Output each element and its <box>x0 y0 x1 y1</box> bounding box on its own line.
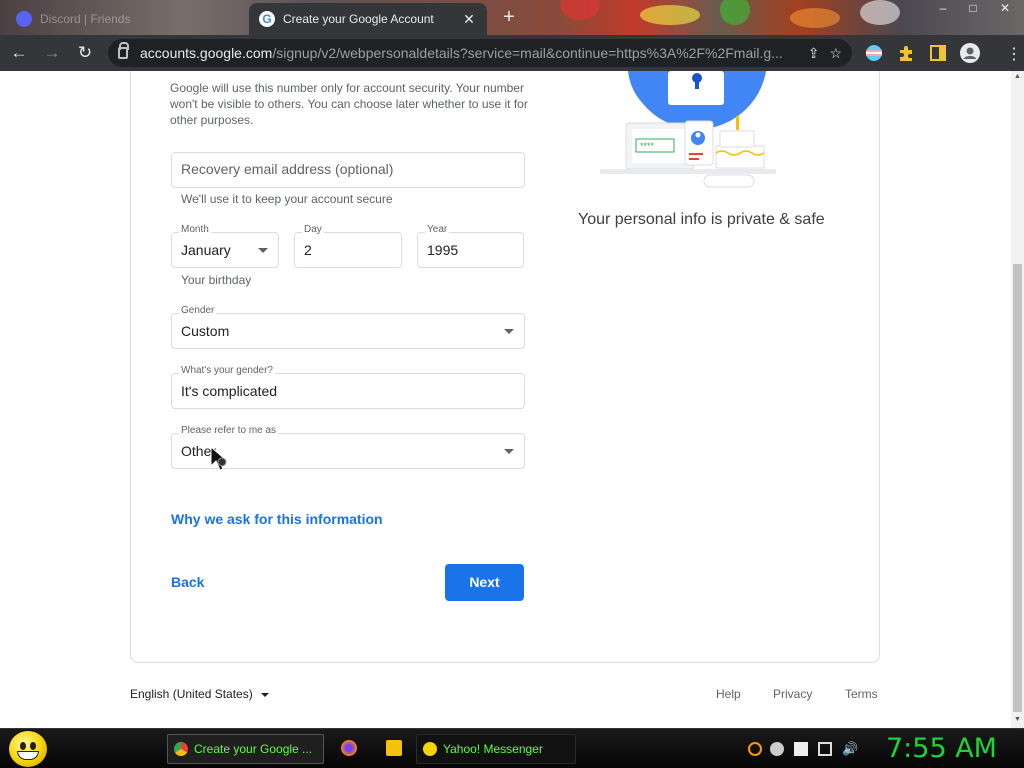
network-icon[interactable] <box>818 742 832 756</box>
forward-arrow-icon[interactable]: → <box>38 39 66 67</box>
day-value: 2 <box>304 242 312 258</box>
privacy-text: Your personal info is private & safe <box>578 211 825 228</box>
share-icon[interactable]: ⇪ <box>808 45 820 62</box>
start-smiley-button[interactable] <box>9 731 47 767</box>
page-scrollbar[interactable]: ▲ ▼ <box>1011 71 1024 728</box>
eye-icon <box>30 742 36 750</box>
chrome-icon <box>174 742 188 756</box>
why-we-ask-link[interactable]: Why we ask for this information <box>171 511 383 527</box>
custom-gender-field[interactable]: What's your gender? It's complicated <box>171 365 525 409</box>
menu-kebab-icon[interactable]: ⋮ <box>1006 44 1022 64</box>
flag-extension-icon[interactable] <box>865 44 883 62</box>
gender-select[interactable]: Gender Custom <box>171 305 525 349</box>
discord-icon <box>16 11 32 27</box>
puzzle-extension-icon[interactable] <box>897 44 915 62</box>
search-icon[interactable] <box>748 742 762 756</box>
scroll-down-icon[interactable]: ▼ <box>1013 716 1022 723</box>
reload-icon[interactable]: ↻ <box>71 39 99 67</box>
scrollbar-thumb[interactable] <box>1013 264 1022 712</box>
eye-icon <box>20 742 26 750</box>
tab-title: Discord | Friends <box>40 12 131 26</box>
year-label: Year <box>425 224 450 235</box>
chevron-down-icon <box>260 692 269 697</box>
tab-google-account[interactable]: G Create your Google Account ✕ <box>249 3 487 35</box>
privacy-illustration: **** <box>600 71 776 188</box>
minimize-button[interactable]: – <box>928 0 958 16</box>
month-label: Month <box>179 224 211 235</box>
google-icon: G <box>259 11 275 27</box>
tab-discord[interactable]: Discord | Friends <box>6 3 246 35</box>
day-label: Day <box>302 224 324 235</box>
volume-icon[interactable]: 🔊 <box>842 742 858 756</box>
browser-toolbar: ← → ↻ accounts.google.com/signup/v2/webp… <box>0 35 1024 71</box>
month-select[interactable]: Month January <box>171 224 279 268</box>
back-arrow-icon[interactable]: ← <box>5 39 33 67</box>
help-link[interactable]: Help <box>716 687 741 701</box>
recovery-email-field[interactable]: Recovery email address (optional) <box>171 152 525 188</box>
folder-icon[interactable] <box>386 740 402 756</box>
custom-gender-label: What's your gender? <box>179 365 275 376</box>
terms-link[interactable]: Terms <box>845 687 878 701</box>
language-select[interactable]: English (United States) <box>130 687 269 701</box>
privacy-link[interactable]: Privacy <box>773 687 812 701</box>
close-window-button[interactable]: ✕ <box>990 0 1020 16</box>
password-stars: **** <box>640 141 655 151</box>
task-label: Yahoo! Messenger <box>443 742 543 756</box>
gender-value: Custom <box>181 323 230 339</box>
scroll-up-icon[interactable]: ▲ <box>1013 73 1022 80</box>
profile-avatar-icon[interactable] <box>960 43 980 63</box>
address-bar[interactable]: accounts.google.com/signup/v2/webpersona… <box>108 39 852 67</box>
mouse-pointer-icon <box>210 446 228 471</box>
pronoun-label: Please refer to me as <box>179 425 279 436</box>
recovery-email-hint: We'll use it to keep your account secure <box>181 192 393 206</box>
custom-gender-value: It's complicated <box>181 383 278 399</box>
tab-strip: Discord | Friends G Create your Google A… <box>0 0 1024 35</box>
page-content: Google will use this number only for acc… <box>0 71 1011 728</box>
smiley-icon <box>423 742 437 756</box>
task-chrome[interactable]: Create your Google ... <box>167 734 324 764</box>
sidepanel-icon[interactable] <box>929 44 947 62</box>
year-field[interactable]: Year 1995 <box>417 224 524 268</box>
day-field[interactable]: Day 2 <box>294 224 402 268</box>
close-tab-icon[interactable]: ✕ <box>461 11 477 28</box>
messenger-tray-icon[interactable] <box>770 742 784 756</box>
maximize-button[interactable]: □ <box>958 0 988 16</box>
next-button[interactable]: Next <box>445 564 524 601</box>
new-tab-button[interactable]: + <box>497 6 521 30</box>
phone-help-text: Google will use this number only for acc… <box>170 81 528 127</box>
chevron-down-icon <box>504 449 514 454</box>
url-text: accounts.google.com/signup/v2/webpersona… <box>140 45 783 61</box>
taskbar-clock: 7:55 AM <box>886 733 997 764</box>
mouth-icon <box>17 751 39 760</box>
chevron-down-icon <box>504 329 514 334</box>
task-label: Create your Google ... <box>194 742 313 756</box>
back-button[interactable]: Back <box>171 574 204 590</box>
task-yahoo-messenger[interactable]: Yahoo! Messenger <box>416 734 576 764</box>
month-value: January <box>181 242 231 258</box>
bookmark-star-icon[interactable]: ☆ <box>829 45 842 62</box>
recovery-email-placeholder: Recovery email address (optional) <box>181 161 394 177</box>
birthday-hint: Your birthday <box>181 273 252 287</box>
gender-label: Gender <box>179 305 217 316</box>
chevron-down-icon <box>258 248 268 253</box>
lock-icon <box>118 42 129 59</box>
firefox-icon[interactable] <box>341 740 357 756</box>
taskbar: Create your Google ... Yahoo! Messenger … <box>0 728 1024 768</box>
flag-tray-icon[interactable] <box>794 742 808 756</box>
year-value: 1995 <box>427 242 459 258</box>
tab-title: Create your Google Account <box>283 12 434 26</box>
